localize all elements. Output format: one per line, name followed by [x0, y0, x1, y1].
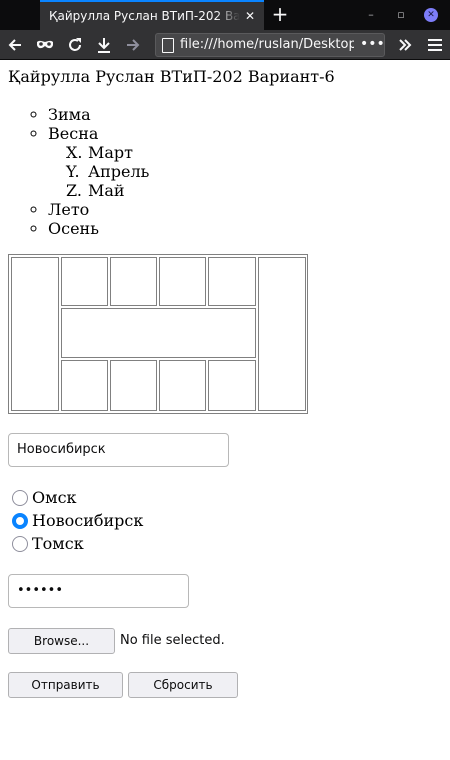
submit-button[interactable]: Отправить: [8, 672, 123, 698]
table-cell: [11, 257, 59, 411]
table-cell: [208, 257, 256, 306]
city-input[interactable]: Новосибирск: [8, 433, 229, 467]
list-item: Z. Май: [66, 181, 149, 200]
radio-label: Омск: [32, 488, 77, 507]
table-cell: [159, 360, 206, 411]
password-field[interactable]: ••••••: [8, 574, 189, 608]
list-marker: X.: [66, 143, 83, 162]
seasons-list: Зима Весна X. Март Y. Апрель Z. Май Лето Ос…: [48, 105, 149, 238]
radio-button[interactable]: [12, 490, 28, 506]
active-tab[interactable]: Қайрулла Руслан ВТиП-202 Ва ✕: [40, 0, 264, 30]
list-item: Весна X. Март Y. Апрель Z. Май: [48, 124, 149, 200]
tab-close-icon[interactable]: ✕: [242, 2, 258, 30]
tab-strip: Қайрулла Руслан ВТиП-202 Ва ✕ + – ▫ ✕: [0, 0, 450, 30]
table-cell: [159, 257, 206, 306]
reset-button[interactable]: Сбросить: [128, 672, 238, 698]
list-marker: Y.: [66, 162, 80, 181]
table-cell: [208, 360, 256, 411]
hamburger-menu-icon[interactable]: [422, 30, 448, 60]
download-icon[interactable]: [91, 30, 117, 60]
tab-title: Қайрулла Руслан ВТиП-202 Ва: [49, 9, 241, 23]
table-cell: [258, 257, 306, 411]
list-item: X. Март: [66, 143, 149, 162]
list-item-label: Март: [88, 143, 134, 162]
list-item-label: Май: [88, 181, 125, 200]
radio-label: Новосибирск: [32, 511, 144, 530]
file-status-text: No file selected.: [120, 633, 225, 648]
mask-icon[interactable]: [32, 30, 58, 60]
list-item: Осень: [48, 219, 149, 238]
months-list: X. Март Y. Апрель Z. Май: [48, 143, 149, 200]
list-item: Зима: [48, 105, 149, 124]
radio-button-checked[interactable]: [12, 513, 28, 529]
reload-icon[interactable]: [62, 30, 88, 60]
list-item-label: Апрель: [88, 162, 150, 181]
table-cell: [110, 360, 157, 411]
window-minimize-button[interactable]: –: [360, 0, 382, 30]
list-item: Y. Апрель: [66, 162, 149, 181]
layout-table: [8, 254, 308, 414]
forward-arrow-icon[interactable]: [120, 30, 146, 60]
table-cell: [110, 257, 157, 306]
page-title: Қайрулла Руслан ВТиП-202 Вариант-6: [8, 67, 335, 86]
page-actions-icon[interactable]: •••: [360, 34, 385, 56]
page-icon: [162, 38, 174, 53]
list-item-label: Весна: [48, 124, 99, 143]
table-cell: [61, 257, 108, 306]
window-restore-button[interactable]: ▫: [390, 0, 412, 30]
url-bar[interactable]: file:///home/ruslan/Desktop •••: [155, 33, 385, 57]
table-cell: [61, 308, 256, 358]
tab-title-fade: [216, 2, 240, 30]
page-content: Қайрулла Руслан ВТиП-202 Вариант-6 Зима …: [0, 61, 450, 760]
list-marker: Z.: [66, 181, 82, 200]
chevron-double-right-icon[interactable]: [392, 30, 418, 60]
browse-button[interactable]: Browse...: [8, 628, 115, 654]
url-text[interactable]: file:///home/ruslan/Desktop: [180, 34, 354, 56]
navigation-toolbar: file:///home/ruslan/Desktop •••: [0, 30, 450, 60]
back-arrow-icon[interactable]: [2, 30, 28, 60]
radio-button[interactable]: [12, 536, 28, 552]
window-close-button[interactable]: ✕: [424, 8, 438, 22]
new-tab-button[interactable]: +: [268, 0, 292, 30]
list-item: Лето: [48, 200, 149, 219]
radio-label: Томск: [32, 534, 84, 553]
table-cell: [61, 360, 108, 411]
